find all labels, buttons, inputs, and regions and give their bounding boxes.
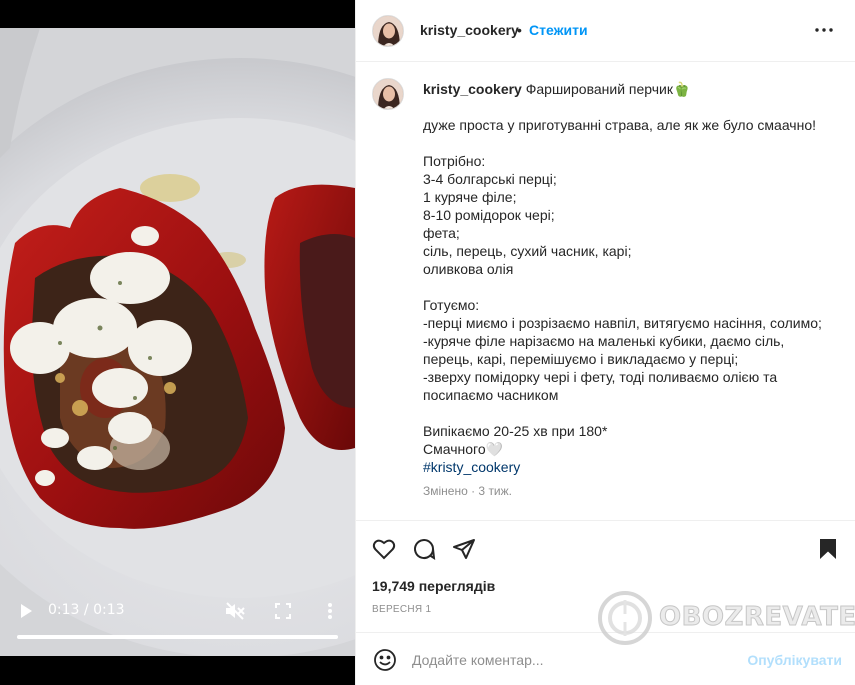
heart-icon[interactable] <box>371 536 397 562</box>
caption-line: 3-4 болгарські перці; <box>423 171 557 187</box>
publish-button[interactable]: Опублікувати <box>747 652 842 668</box>
caption-lines: дуже проста у приготуванні страва, але я… <box>423 116 843 458</box>
caption-line: Смачного🤍 <box>423 441 504 457</box>
play-icon[interactable] <box>14 600 38 622</box>
post-header: kristy_cookery • Стежити <box>356 0 855 62</box>
header-username[interactable]: kristy_cookery <box>420 22 519 38</box>
views-count[interactable]: 19,749 переглядів <box>372 578 495 594</box>
hashtag-link[interactable]: #kristy_cookery <box>423 458 843 476</box>
more-horiz-icon[interactable] <box>812 20 836 40</box>
caption-line: оливкова олія <box>423 261 514 277</box>
avatar[interactable] <box>372 15 404 47</box>
caption-line: дуже проста у приготуванні страва, але я… <box>423 117 816 133</box>
time-separator: / <box>83 602 89 618</box>
caption-line: Готуємо: <box>423 297 480 313</box>
comment-bar: Опублікувати <box>356 632 855 685</box>
caption-first-line: kristy_cookery Фарширований перчик🫑 <box>423 80 843 98</box>
caption-line: 1 куряче філе; <box>423 189 517 205</box>
comment-input[interactable] <box>412 649 732 671</box>
fullscreen-icon[interactable] <box>270 599 296 623</box>
follow-button[interactable]: Стежити <box>529 22 588 38</box>
emoji-icon[interactable] <box>372 647 398 673</box>
volume-muted-icon[interactable] <box>222 599 248 623</box>
caption-title: Фарширований перчик🫑 <box>525 81 691 97</box>
video-player[interactable]: 0:13 / 0:13 <box>0 0 355 685</box>
caption-line: 8-10 ромідорок чері; <box>423 207 555 223</box>
caption-body: kristy_cookery Фарширований перчик🫑 дуже… <box>423 80 843 500</box>
share-icon[interactable] <box>451 536 477 562</box>
caption-line: Потрібно: <box>423 153 486 169</box>
caption-line: -зверху помідорку чері і фету, тоді поли… <box>423 369 778 385</box>
caption-line: перець, карі, перемішуємо і викладаємо у… <box>423 351 739 367</box>
caption-line: сіль, перець, сухий часник, карі; <box>423 243 632 259</box>
caption-area: kristy_cookery Фарширований перчик🫑 дуже… <box>356 62 855 520</box>
header-dot: • <box>517 22 522 38</box>
current-time: 0:13 <box>48 602 80 618</box>
comment-icon[interactable] <box>411 536 437 562</box>
stuffed-pepper-image <box>0 28 355 656</box>
post-panel: kristy_cookery • Стежити kristy_cookery … <box>355 0 855 685</box>
video-time: 0:13 / 0:13 <box>48 602 125 618</box>
caption-line: Випікаємо 20-25 хв при 180* <box>423 423 608 439</box>
bookmark-icon[interactable] <box>815 536 841 562</box>
duration: 0:13 <box>93 602 125 618</box>
post-date: ВЕРЕСНЯ 1 <box>372 604 432 615</box>
video-progress-bar[interactable] <box>17 635 338 639</box>
caption-avatar[interactable] <box>372 78 404 110</box>
caption-line: -перці миємо і розрізаємо навпіл, витягу… <box>423 315 822 331</box>
caption-line: -куряче філе нарізаємо на маленькі кубик… <box>423 333 785 349</box>
more-vert-icon[interactable] <box>318 599 342 623</box>
caption-line: фета; <box>423 225 460 241</box>
caption-line: посипаємо часником <box>423 387 559 403</box>
video-frame <box>0 28 355 656</box>
video-controls: 0:13 / 0:13 <box>0 590 355 646</box>
edited-timestamp: Змінено · 3 тиж. <box>423 484 512 498</box>
video-progress-fill <box>17 635 338 639</box>
caption-username[interactable]: kristy_cookery <box>423 81 522 97</box>
